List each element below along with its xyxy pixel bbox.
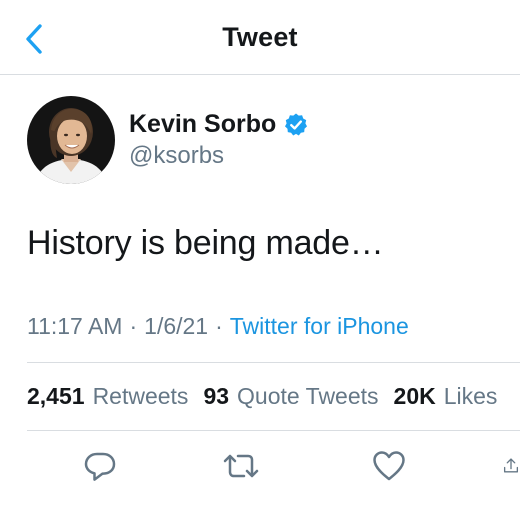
share-button[interactable] <box>500 446 520 486</box>
author-name-row[interactable]: Kevin Sorbo <box>129 110 309 139</box>
tweet-date: 1/6/21 <box>144 313 209 339</box>
divider <box>27 430 520 431</box>
tweet-source-link[interactable]: Twitter for iPhone <box>230 313 409 340</box>
like-button[interactable] <box>367 446 411 486</box>
quote-tweets-count: 93 <box>203 383 230 409</box>
likes-count: 20K <box>393 383 436 409</box>
meta-separator: · <box>215 313 223 339</box>
author-handle[interactable]: @ksorbs <box>129 142 224 170</box>
tweet-detail-screen: Tweet Kevin Sorbo @ksorbs History is bei… <box>0 0 520 520</box>
tweet-meta: 11:17 AM · 1/6/21 · Twitter for iPhone <box>27 313 409 340</box>
quote-tweets-label: Quote Tweets <box>237 383 379 409</box>
avatar-image <box>27 96 115 184</box>
nav-bar: Tweet <box>0 0 520 75</box>
page-title: Tweet <box>222 22 298 52</box>
verified-badge-icon <box>285 113 308 135</box>
tweet-stats: 2,451 Retweets 93 Quote Tweets 20K Likes <box>27 383 512 410</box>
likes-stat[interactable]: 20K Likes <box>394 383 498 410</box>
avatar[interactable] <box>27 96 115 184</box>
share-icon <box>503 458 519 473</box>
divider <box>27 362 520 363</box>
reply-icon <box>84 452 116 481</box>
retweets-stat[interactable]: 2,451 Retweets <box>27 383 188 410</box>
likes-label: Likes <box>443 383 498 409</box>
quote-tweets-stat[interactable]: 93 Quote Tweets <box>203 383 378 410</box>
reply-button[interactable] <box>78 446 122 486</box>
meta-separator: · <box>129 313 138 339</box>
retweet-icon <box>223 454 259 478</box>
author-display-name: Kevin Sorbo <box>129 110 277 138</box>
heart-icon <box>373 451 405 481</box>
retweet-button[interactable] <box>219 446 263 486</box>
retweets-count: 2,451 <box>27 383 85 409</box>
tweet-text: History is being made… <box>27 224 384 262</box>
retweets-label: Retweets <box>92 383 189 409</box>
tweet-time: 11:17 AM <box>27 313 123 339</box>
